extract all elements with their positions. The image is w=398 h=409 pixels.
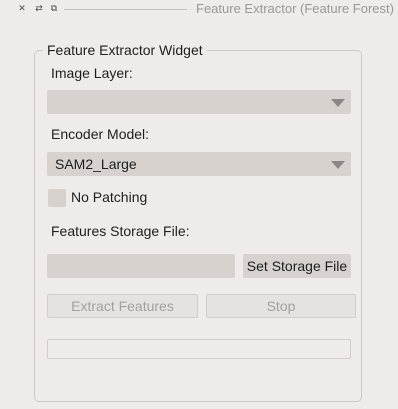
- stop-button[interactable]: Stop: [206, 294, 356, 318]
- set-storage-file-button[interactable]: Set Storage File: [243, 254, 351, 278]
- detach-icon[interactable]: ⧉: [49, 3, 59, 13]
- encoder-model-label: Encoder Model:: [51, 126, 150, 142]
- group-title: Feature Extractor Widget: [43, 42, 207, 58]
- chevron-down-icon: [331, 99, 345, 107]
- no-patching-checkbox[interactable]: [48, 189, 66, 207]
- extract-features-button[interactable]: Extract Features: [47, 294, 198, 318]
- no-patching-label[interactable]: No Patching: [71, 189, 147, 205]
- image-layer-label: Image Layer:: [51, 65, 133, 81]
- title-bar-divider: [64, 9, 187, 10]
- chevron-down-icon: [331, 161, 345, 169]
- encoder-model-combo[interactable]: SAM2_Large: [47, 152, 351, 176]
- encoder-model-combo-value: SAM2_Large: [55, 156, 137, 172]
- close-icon[interactable]: ✕: [17, 3, 27, 13]
- title-bar: ✕ ⇄ ⧉ Feature Extractor (Feature Forest): [0, 0, 398, 20]
- progress-bar: [47, 339, 351, 359]
- float-icon[interactable]: ⇄: [34, 3, 44, 13]
- storage-file-field[interactable]: [47, 254, 235, 278]
- storage-file-label: Features Storage File:: [51, 223, 190, 239]
- window-title: Feature Extractor (Feature Forest): [196, 1, 394, 16]
- image-layer-combo[interactable]: [47, 90, 351, 114]
